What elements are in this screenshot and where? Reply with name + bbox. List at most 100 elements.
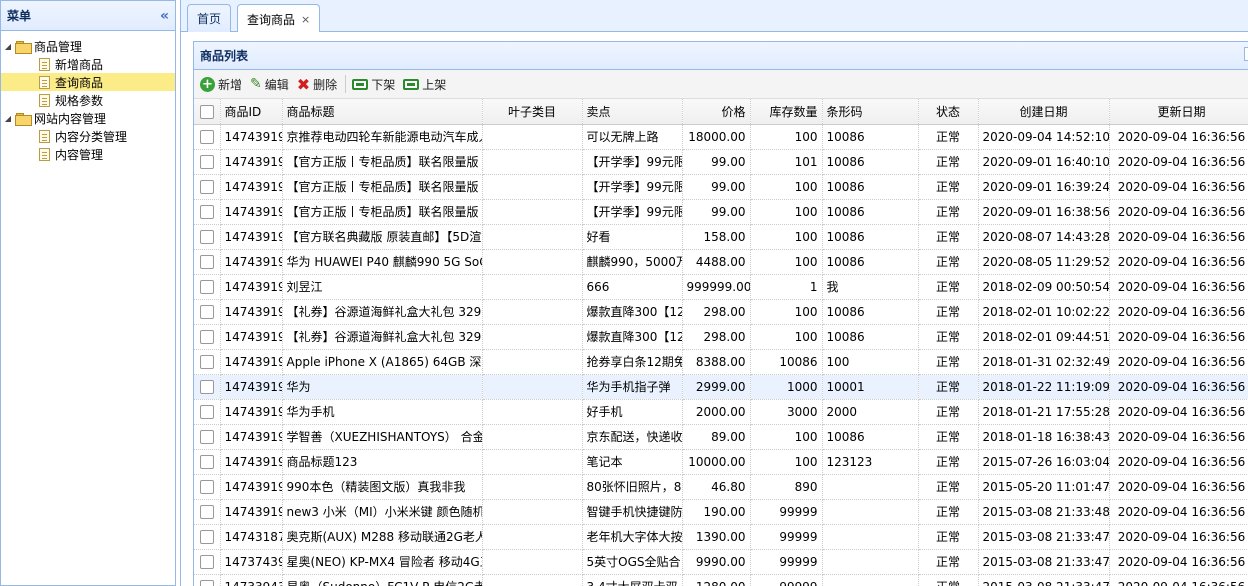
table-cell: 2018-01-21 17:55:28 [978,399,1110,425]
tree-node-product-management[interactable]: ◢ 商品管理 [1,37,175,55]
column-header[interactable]: 价格 [682,99,751,125]
collapse-icon[interactable]: « [160,8,169,24]
tab-label: 查询商品 [247,12,296,27]
row-checkbox[interactable] [194,449,221,475]
table-row[interactable]: 14743919 【礼券】谷源道海鲜礼盒大礼包 3298 爆款直降300【12 298… [194,324,1248,350]
table-cell: 正常 [918,399,979,425]
table-cell: 2020-09-04 16:36:56 [1109,474,1248,500]
table-row[interactable]: 14743187 奥克斯(AUX) M288 移动联通2G老人 老年机大字体大按 13… [194,524,1248,550]
table-row[interactable]: 14743919 京推荐电动四轮车新能源电动汽车成人 可以无牌上路 18000.00 1… [194,124,1248,150]
table-row[interactable]: 14737439 星奥(NEO) KP-MX4 冒险者 移动4G三 5英寸OGS全贴… [194,549,1248,575]
table-cell: 【官方正版丨专柜品质】联名限量版 [282,174,483,200]
table-cell: 正常 [918,549,979,575]
table-cell [822,549,919,575]
tree-node-add-product[interactable]: 新增商品 [1,55,175,73]
row-checkbox[interactable] [194,524,221,550]
column-header[interactable]: 状态 [918,99,979,125]
close-icon[interactable]: × [301,13,310,26]
tree-node-site-content[interactable]: ◢ 网站内容管理 [1,109,175,127]
row-checkbox[interactable] [194,249,221,275]
table-cell [482,524,583,550]
expand-triangle-icon[interactable]: ◢ [1,42,15,51]
row-checkbox[interactable] [194,574,221,586]
table-cell: 2015-03-08 21:33:47 [978,574,1110,586]
tab-query-product[interactable]: 查询商品 × [237,4,321,33]
row-checkbox[interactable] [194,274,221,300]
table-cell [482,149,583,175]
table-row[interactable]: 14743919 【礼券】谷源道海鲜礼盒大礼包 3298 爆款直降300【12 298… [194,299,1248,325]
on-shelf-button[interactable]: 上架 [403,76,446,93]
table-row[interactable]: 14743919 华为 HUAWEI P40 麒麟990 5G SoC 麒麟990，… [194,249,1248,275]
table-row[interactable]: 14743919 华为手机 好手机 2000.00 3000 2000 正常 2018-01-… [194,399,1248,425]
table-row[interactable]: 14743919 刘昱江 666 999999.00 1 我正常 2018-02-09 00… [194,274,1248,300]
tree-node-content-category[interactable]: 内容分类管理 [1,127,175,145]
table-cell: 10086 [822,249,919,275]
row-checkbox[interactable] [194,299,221,325]
table-cell: 2020-09-04 16:36:56 [1109,424,1248,450]
table-row[interactable]: 14733943星奥（Sudonno）FC1V P 电信2G老人 3.4寸大屏双卡… [194,574,1248,586]
column-header[interactable]: 商品标题 [282,99,483,125]
column-header[interactable]: 创建日期 [978,99,1110,125]
table-row[interactable]: 14743919 990本色（精装图文版）真我非我 80张怀旧照片，80 46.80 8… [194,474,1248,500]
table-cell [482,249,583,275]
row-checkbox[interactable] [194,424,221,450]
row-checkbox[interactable] [194,549,221,575]
table-cell [482,324,583,350]
table-row[interactable]: 14743919 【官方正版丨专柜品质】联名限量版 【开学季】99元限 99.00 10… [194,174,1248,200]
table-cell [482,199,583,225]
table-cell: 2020-09-04 16:36:56 [1109,299,1248,325]
row-checkbox[interactable] [194,199,221,225]
table-cell: 2020-09-04 16:36:56 [1109,324,1248,350]
table-cell: 华为 HUAWEI P40 麒麟990 5G SoC [282,249,483,275]
table-cell: 正常 [918,199,979,225]
row-checkbox[interactable] [194,399,221,425]
row-checkbox[interactable] [194,474,221,500]
expand-triangle-icon[interactable]: ◢ [1,114,15,123]
table-cell: 1000 [750,374,823,400]
table-cell: 99999 [750,574,823,586]
edit-button[interactable]: ✎ 编辑 [250,76,289,93]
delete-button[interactable]: ✖ 删除 [297,75,337,94]
table-cell: 14737439 [220,549,283,575]
row-checkbox[interactable] [194,499,221,525]
column-header[interactable]: 商品ID [220,99,283,125]
table-cell: 老年机大字体大按 [582,524,683,550]
tab-home[interactable]: 首页 [187,4,232,32]
row-checkbox[interactable] [194,349,221,375]
column-header[interactable]: 条形码 [822,99,919,125]
column-header[interactable]: 卖点 [582,99,683,125]
row-checkbox[interactable] [194,149,221,175]
row-checkbox[interactable] [194,174,221,200]
table-row[interactable]: 14743919 华为 华为手机指子弹 2999.00 1000 10001 正常 2018-… [194,374,1248,400]
product-table: 商品ID 商品标题 叶子类目 卖点 价格 库存数量 条形码 状态 创建日期 更新… [194,99,1248,586]
row-checkbox[interactable] [194,124,221,150]
table-cell: 可以无牌上路 [582,124,683,150]
table-cell: 14743919 [220,124,283,150]
column-header[interactable]: 叶子类目 [482,99,583,125]
table-cell [482,124,583,150]
table-cell: 10086 [822,199,919,225]
table-row[interactable]: 14743919 学智善（XUEZHISHANTOYS） 合金 京东配送，快递收 89… [194,424,1248,450]
off-shelf-button[interactable]: 下架 [352,76,395,93]
select-all-checkbox[interactable] [194,99,221,125]
add-button[interactable]: + 新增 [200,76,242,93]
table-cell: 【开学季】99元限 [582,199,683,225]
table-row[interactable]: 14743919 【官方联名典藏版 原装直邮】【5D渲 好看 158.00 100 100… [194,224,1248,250]
table-row[interactable]: 14743919 new3 小米（MI）小米米键 颜色随机 智键手机快捷键防 190.… [194,499,1248,525]
table-cell: 14743919 [220,249,283,275]
tree-node-content-management[interactable]: 内容管理 [1,145,175,163]
tree-node-query-product[interactable]: 查询商品 [1,73,175,91]
column-header[interactable]: 更新日期 [1109,99,1248,125]
row-checkbox[interactable] [194,224,221,250]
menu-header: 菜单 « [1,1,175,31]
table-row[interactable]: 14743919 【官方正版丨专柜品质】联名限量版 【开学季】99元限 99.00 10… [194,199,1248,225]
table-cell: 14743919 [220,349,283,375]
table-cell: 666 [582,274,683,300]
tree-node-spec-params[interactable]: 规格参数 [1,91,175,109]
table-row[interactable]: 14743919 商品标题123 笔记本 10000.00 100 123123 正常 201… [194,449,1248,475]
table-row[interactable]: 14743919 Apple iPhone X (A1865) 64GB 深空 抢券… [194,349,1248,375]
column-header[interactable]: 库存数量 [750,99,823,125]
row-checkbox[interactable] [194,324,221,350]
table-row[interactable]: 14743919 【官方正版丨专柜品质】联名限量版 【开学季】99元限 99.00 10… [194,149,1248,175]
row-checkbox[interactable] [194,374,221,400]
